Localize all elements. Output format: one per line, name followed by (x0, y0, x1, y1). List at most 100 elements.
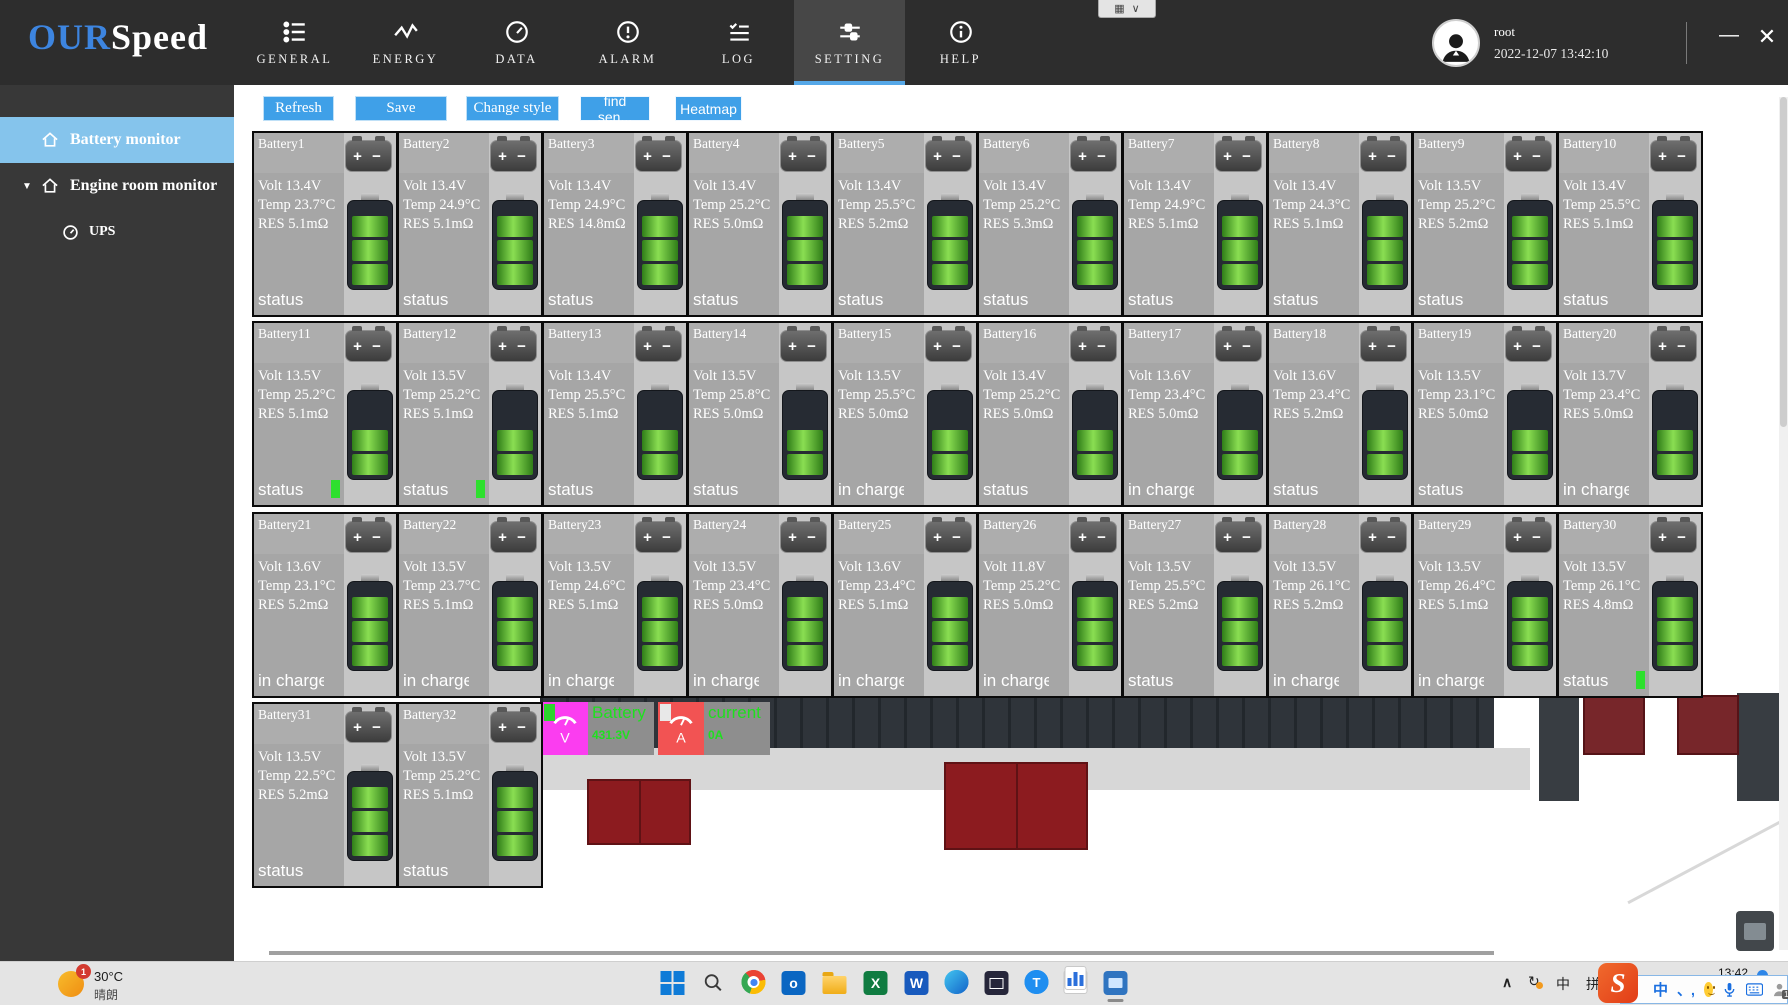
emoji-icon[interactable] (1704, 982, 1713, 997)
battery-card[interactable]: Battery6 + − Volt 13.4V Temp 25.2°C RES … (977, 131, 1123, 317)
battery-card[interactable]: Battery20 + − Volt 13.7V Temp 23.4°C RES… (1557, 321, 1703, 507)
battery-temp: Temp 25.5°C (548, 386, 625, 405)
battery-card[interactable]: Battery10 + − Volt 13.4V Temp 25.5°C RES… (1557, 131, 1703, 317)
save-button[interactable]: Save (355, 96, 447, 121)
battery-card[interactable]: Battery29 + − Volt 13.5V Temp 26.4°C RES… (1412, 512, 1558, 698)
capture-mini-toolbar[interactable]: ▦ ∨ (1098, 0, 1156, 18)
battery-status: status (548, 290, 614, 310)
battery-res: RES 5.2mΩ (1128, 596, 1205, 615)
taskbar-icon-start[interactable] (660, 970, 686, 996)
battery-card[interactable]: Battery4 + − Volt 13.4V Temp 25.2°C RES … (687, 131, 833, 317)
vertical-scrollbar[interactable] (1779, 97, 1788, 950)
tab-energy[interactable]: ENERGY (350, 0, 461, 85)
horizontal-scrollbar-thumb[interactable] (269, 951, 1494, 955)
refresh-button[interactable]: Refresh (263, 96, 334, 121)
find-sen-button[interactable]: find sen... (580, 96, 650, 121)
change-style-button[interactable]: Change style (466, 96, 559, 121)
ime-account-icon[interactable]: 10 (1772, 982, 1787, 997)
battery-card[interactable]: Battery9 + − Volt 13.5V Temp 25.2°C RES … (1412, 131, 1558, 317)
battery-level-icon (927, 383, 973, 480)
corner-tool-button[interactable] (1736, 911, 1774, 951)
taskbar-icon-word[interactable]: W (904, 970, 930, 996)
heatmap-button[interactable]: Heatmap (675, 96, 742, 121)
sidebar-item-ups[interactable]: UPS (0, 209, 234, 255)
tray-sync-icon[interactable]: ↻ (1528, 973, 1540, 990)
battery-card[interactable]: Battery15 + − Volt 13.5V Temp 25.5°C RES… (832, 321, 978, 507)
battery-temp: Temp 25.2°C (983, 196, 1060, 215)
battery-level-icon (1362, 574, 1408, 671)
battery-terminal-icon: + − (780, 521, 827, 553)
battery-card[interactable]: Battery27 + − Volt 13.5V Temp 25.5°C RES… (1122, 512, 1268, 698)
battery-card[interactable]: Battery21 + − Volt 13.6V Temp 23.1°C RES… (252, 512, 398, 698)
minimize-button[interactable]: — (1712, 24, 1746, 47)
battery-card[interactable]: Battery1 + − Volt 13.4V Temp 23.7°C RES … (252, 131, 398, 317)
battery-card[interactable]: Battery7 + − Volt 13.4V Temp 24.9°C RES … (1122, 131, 1268, 317)
taskbar-icon-search[interactable] (701, 970, 727, 996)
battery-card[interactable]: Battery23 + − Volt 13.5V Temp 24.6°C RES… (542, 512, 688, 698)
tab-alarm[interactable]: ALARM (572, 0, 683, 85)
battery-card[interactable]: Battery19 + − Volt 13.5V Temp 23.1°C RES… (1412, 321, 1558, 507)
taskbar-icon-outlook[interactable]: o (781, 970, 807, 996)
battery-card[interactable]: Battery5 + − Volt 13.4V Temp 25.5°C RES … (832, 131, 978, 317)
taskbar-icon-terminal[interactable] (984, 970, 1010, 996)
battery-temp: Temp 25.5°C (838, 386, 915, 405)
battery-volt: Volt 13.5V (693, 558, 770, 577)
battery-volt: Volt 13.6V (1128, 367, 1205, 386)
battery-terminal-icon: + − (345, 330, 392, 362)
taskbar-icon-remote[interactable]: T (1025, 970, 1049, 994)
battery-card[interactable]: Battery24 + − Volt 13.5V Temp 23.4°C RES… (687, 512, 833, 698)
battery-card[interactable]: Battery18 + − Volt 13.6V Temp 23.4°C RES… (1267, 321, 1413, 507)
battery-temp: Temp 25.5°C (1128, 577, 1205, 596)
keyboard-icon[interactable] (1746, 983, 1763, 996)
battery-card[interactable]: Battery26 + − Volt 11.8V Temp 25.2°C RES… (977, 512, 1123, 698)
expand-arrow-icon[interactable]: ▼ (22, 181, 32, 192)
tab-help[interactable]: HELP (905, 0, 1016, 85)
tab-general[interactable]: GENERAL (239, 0, 350, 85)
voltage-meter-widget[interactable]: V Battery 431.3V (542, 702, 654, 755)
weather-widget[interactable]: 1 30°C 晴朗 (58, 966, 123, 1003)
battery-status: status (548, 480, 614, 500)
battery-volt: Volt 13.4V (1563, 177, 1640, 196)
battery-card[interactable]: Battery11 + − Volt 13.5V Temp 25.2°C RES… (252, 321, 398, 507)
battery-volt: Volt 13.4V (548, 367, 625, 386)
taskbar-icon-edge[interactable] (945, 970, 969, 994)
battery-status: in charge (838, 480, 904, 500)
battery-card[interactable]: Battery14 + − Volt 13.5V Temp 25.8°C RES… (687, 321, 833, 507)
sidebar-item-engine-room-monitor[interactable]: ▼Engine room monitor (0, 163, 234, 209)
battery-card[interactable]: Battery22 + − Volt 13.5V Temp 23.7°C RES… (397, 512, 543, 698)
battery-card[interactable]: Battery25 + − Volt 13.6V Temp 23.4°C RES… (832, 512, 978, 698)
battery-card[interactable]: Battery3 + − Volt 13.4V Temp 24.9°C RES … (542, 131, 688, 317)
taskbar-icon-excel[interactable]: X (863, 970, 889, 996)
battery-card[interactable]: Battery2 + − Volt 13.4V Temp 24.9°C RES … (397, 131, 543, 317)
battery-res: RES 5.1mΩ (548, 596, 625, 615)
taskbar-icon-explorer[interactable] (822, 970, 848, 996)
battery-card[interactable]: Battery17 + − Volt 13.6V Temp 23.4°C RES… (1122, 321, 1268, 507)
battery-card-title: Battery4 (693, 136, 740, 152)
tab-setting[interactable]: SETTING (794, 0, 905, 85)
battery-card[interactable]: Battery12 + − Volt 13.5V Temp 25.2°C RES… (397, 321, 543, 507)
tab-log[interactable]: LOG (683, 0, 794, 85)
battery-card[interactable]: Battery8 + − Volt 13.4V Temp 24.3°C RES … (1267, 131, 1413, 317)
tray-show-hidden-icons[interactable]: ∧ (1502, 974, 1512, 991)
vertical-scrollbar-thumb[interactable] (1780, 97, 1787, 427)
taskbar-icon-monitor-active[interactable] (1103, 970, 1129, 996)
ime-punct-toggle[interactable]: 、, (1677, 980, 1695, 1000)
sidebar-item-battery-monitor[interactable]: Battery monitor (0, 117, 234, 163)
taskbar-icon-stats[interactable] (1064, 970, 1088, 994)
tray-lang-indicator[interactable]: 中 (1556, 974, 1570, 994)
battery-card[interactable]: Battery30 + − Volt 13.5V Temp 26.1°C RES… (1557, 512, 1703, 698)
ime-mode-toggle[interactable]: 中 (1653, 979, 1668, 1000)
tab-data[interactable]: DATA (461, 0, 572, 85)
microphone-icon[interactable] (1722, 982, 1737, 997)
avatar[interactable] (1432, 19, 1480, 67)
battery-card[interactable]: Battery13 + − Volt 13.4V Temp 25.5°C RES… (542, 321, 688, 507)
close-button[interactable]: ✕ (1750, 24, 1784, 50)
taskbar-icon-chrome[interactable] (742, 970, 766, 994)
sogou-ime-logo[interactable]: S (1598, 963, 1638, 1003)
battery-card[interactable]: Battery31 + − Volt 13.5V Temp 22.5°C RES… (252, 702, 398, 888)
battery-card[interactable]: Battery28 + − Volt 13.5V Temp 26.1°C RES… (1267, 512, 1413, 698)
battery-card[interactable]: Battery32 + − Volt 13.5V Temp 25.2°C RES… (397, 702, 543, 888)
battery-terminal-icon: + − (1215, 140, 1262, 172)
current-meter-widget[interactable]: A current 0A (658, 702, 770, 755)
battery-card[interactable]: Battery16 + − Volt 13.4V Temp 25.2°C RES… (977, 321, 1123, 507)
